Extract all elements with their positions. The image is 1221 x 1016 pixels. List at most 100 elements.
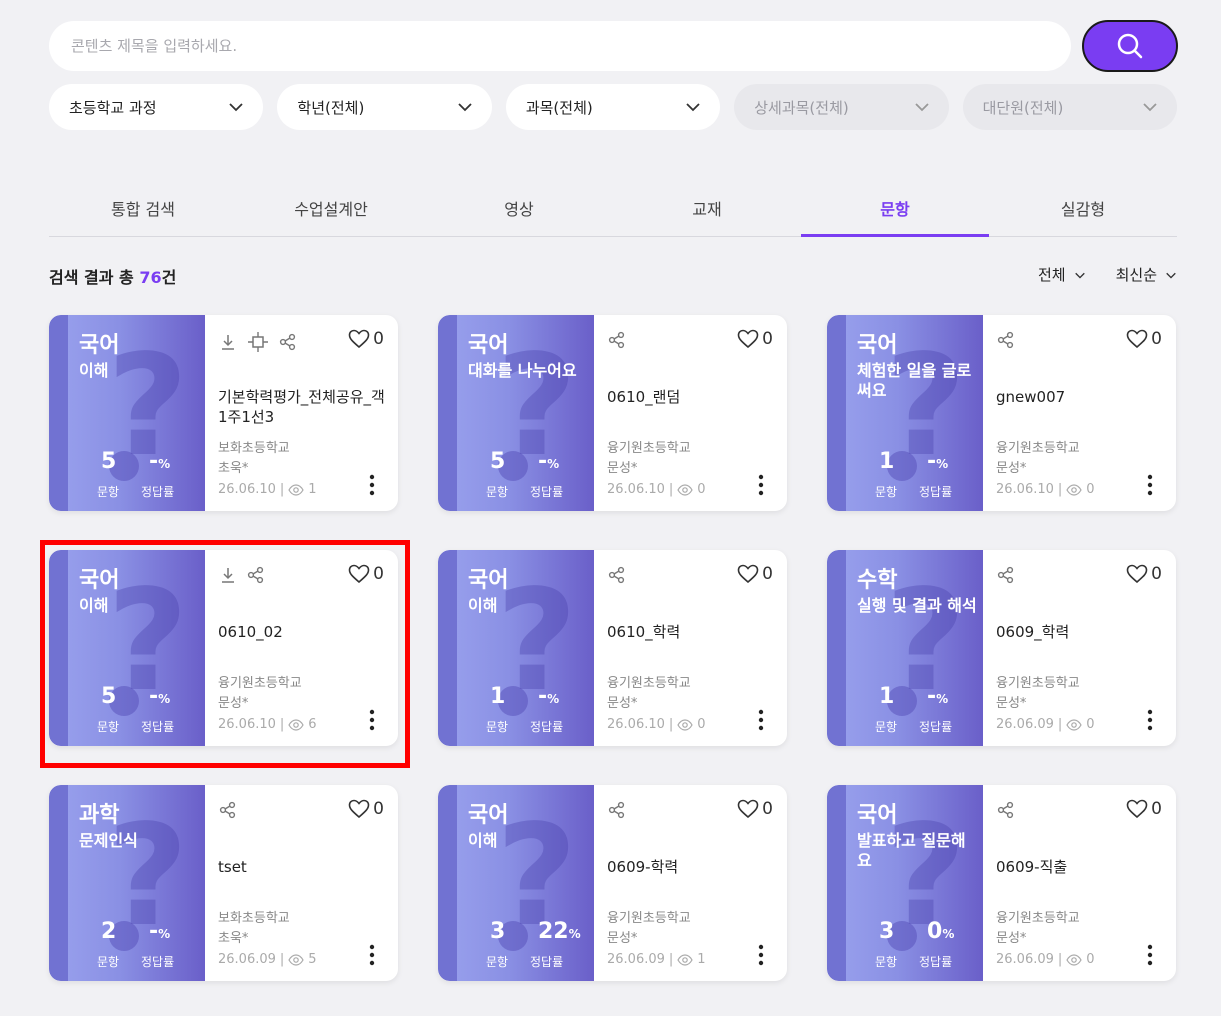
tab-video[interactable]: 영상 <box>425 180 613 236</box>
result-bar: 검색 결과 총 76건 전체 최신순 <box>49 262 1177 288</box>
more-options-icon[interactable] <box>755 708 767 732</box>
card-cover: ? 국어 이해 5 -% 문항 정답률 <box>49 315 205 511</box>
card-subject: 국어 <box>857 803 898 828</box>
card-date: 26.06.09 <box>996 717 1054 732</box>
card-meta: 26.06.09 | 0 <box>996 952 1095 967</box>
card-title[interactable]: 0610_랜덤 <box>607 387 779 407</box>
card-views: 0 <box>697 717 706 732</box>
content-card[interactable]: ? 수학 실행 및 결과 해석 1 -% 문항 정답률 0 0609_학력 융기… <box>827 550 1176 746</box>
like-button[interactable]: 0 <box>1126 329 1162 349</box>
card-subject: 국어 <box>857 333 898 358</box>
filter-row: 초등학교 과정 학년(전체) 과목(전체) 상세과목(전체) 대단원(전체) <box>49 84 1178 130</box>
card-subject: 국어 <box>468 568 509 593</box>
tab-immersive[interactable]: 실감형 <box>989 180 1177 236</box>
card-title[interactable]: 0609-학력 <box>607 857 779 877</box>
filter-grade[interactable]: 학년(전체) <box>277 84 492 130</box>
tab-questions[interactable]: 문항 <box>801 180 989 237</box>
card-title[interactable]: gnew007 <box>996 387 1168 407</box>
share-icon[interactable] <box>219 801 237 819</box>
card-title[interactable]: 0610_학력 <box>607 622 779 642</box>
card-title[interactable]: 0609_학력 <box>996 622 1168 642</box>
card-title[interactable]: tset <box>218 857 390 877</box>
filter-course[interactable]: 초등학교 과정 <box>49 84 264 130</box>
heart-icon <box>348 329 370 349</box>
like-count: 0 <box>1151 329 1162 349</box>
card-title[interactable]: 기본학력평가_전체공유_객1주1선3 <box>218 387 390 427</box>
filter-subject[interactable]: 과목(전체) <box>505 84 721 130</box>
filter-detail-subject[interactable]: 상세과목(전체) <box>734 84 949 130</box>
card-date: 26.06.10 <box>218 482 276 497</box>
like-button[interactable]: 0 <box>1126 564 1162 584</box>
result-count-number: 76 <box>139 268 162 287</box>
eye-icon <box>288 953 304 966</box>
filter-unit[interactable]: 대단원(전체) <box>962 84 1178 130</box>
card-date: 26.06.10 <box>607 482 665 497</box>
like-button[interactable]: 0 <box>348 329 384 349</box>
like-button[interactable]: 0 <box>348 799 384 819</box>
like-count: 0 <box>1151 564 1162 584</box>
more-options-icon[interactable] <box>1144 708 1156 732</box>
heart-icon <box>348 799 370 819</box>
chevron-down-icon <box>1143 103 1157 112</box>
selection-highlight <box>40 540 410 768</box>
card-views: 0 <box>1086 717 1095 732</box>
sort-filter-dropdown[interactable]: 전체 <box>1038 264 1086 285</box>
heart-icon <box>1126 799 1148 819</box>
content-card[interactable]: ? 국어 발표하고 질문해요 3 0% 문항 정답률 0 0609-직출 융기원… <box>827 785 1176 981</box>
more-options-icon[interactable] <box>1144 473 1156 497</box>
share-icon[interactable] <box>997 801 1015 819</box>
card-correct-rate: -% <box>927 449 949 474</box>
share-icon[interactable] <box>997 331 1015 349</box>
card-spine <box>49 315 68 511</box>
content-card[interactable]: ? 국어 체험한 일을 글로 써요 1 -% 문항 정답률 0 gnew007 … <box>827 315 1176 511</box>
share-icon[interactable] <box>608 331 626 349</box>
like-button[interactable]: 0 <box>737 564 773 584</box>
tab-all[interactable]: 통합 검색 <box>49 180 237 236</box>
more-options-icon[interactable] <box>366 943 378 967</box>
like-count: 0 <box>762 329 773 349</box>
card-count-label: 문항 <box>486 720 509 734</box>
share-icon[interactable] <box>608 566 626 584</box>
share-icon[interactable] <box>997 566 1015 584</box>
more-options-icon[interactable] <box>755 473 767 497</box>
download-icon[interactable] <box>219 333 237 351</box>
like-button[interactable]: 0 <box>1126 799 1162 819</box>
card-unit: 이해 <box>468 596 498 615</box>
eye-icon <box>1066 483 1082 496</box>
heart-icon <box>1126 329 1148 349</box>
content-card[interactable]: ? 국어 이해 5 -% 문항 정답률 0 기본학력평가_전체공유_객1주1선3… <box>49 315 398 511</box>
filter-label: 상세과목(전체) <box>754 98 849 117</box>
sort-order-dropdown[interactable]: 최신순 <box>1116 264 1177 285</box>
eye-icon <box>677 953 693 966</box>
card-tools <box>997 801 1015 819</box>
card-date: 26.06.10 <box>996 482 1054 497</box>
content-card[interactable]: ? 국어 이해 1 -% 문항 정답률 0 0610_학력 융기원초등학교 문성… <box>438 550 787 746</box>
like-count: 0 <box>373 799 384 819</box>
like-count: 0 <box>762 799 773 819</box>
content-card[interactable]: ? 과학 문제인식 2 -% 문항 정답률 0 tset 보화초등학교 초욱* … <box>49 785 398 981</box>
more-options-icon[interactable] <box>1144 943 1156 967</box>
share-icon[interactable] <box>608 801 626 819</box>
like-button[interactable]: 0 <box>737 799 773 819</box>
card-count-label: 문항 <box>97 955 120 969</box>
card-meta: 26.06.10 | 0 <box>996 482 1095 497</box>
share-icon[interactable] <box>279 333 297 351</box>
search-icon <box>1117 33 1143 59</box>
card-title[interactable]: 0609-직출 <box>996 857 1168 877</box>
content-card[interactable]: ? 국어 대화를 나누어요 5 -% 문항 정답률 0 0610_랜덤 융기원초… <box>438 315 787 511</box>
card-spine <box>438 550 457 746</box>
card-subject: 국어 <box>79 333 120 358</box>
filter-label: 과목(전체) <box>525 98 593 117</box>
search-input[interactable] <box>49 21 1071 71</box>
like-button[interactable]: 0 <box>737 329 773 349</box>
content-card[interactable]: ? 국어 이해 3 22% 문항 정답률 0 0609-학력 융기원초등학교 문… <box>438 785 787 981</box>
search-button[interactable] <box>1082 20 1178 72</box>
search-row <box>49 20 1178 72</box>
more-options-icon[interactable] <box>366 473 378 497</box>
tab-lesson-plan[interactable]: 수업설계안 <box>237 180 425 236</box>
card-views: 1 <box>697 952 706 967</box>
card-school: 융기원초등학교 <box>607 676 691 691</box>
move-icon[interactable] <box>247 331 269 353</box>
tab-textbook[interactable]: 교재 <box>613 180 801 236</box>
more-options-icon[interactable] <box>755 943 767 967</box>
